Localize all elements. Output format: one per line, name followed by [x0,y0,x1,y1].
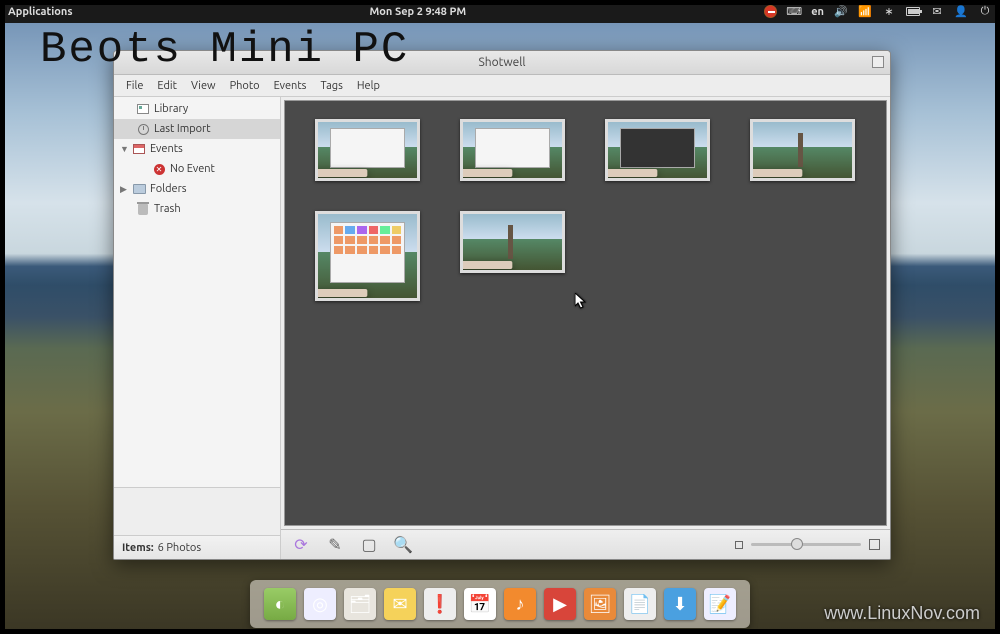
zoom-out-icon[interactable] [735,541,743,549]
user-icon[interactable]: 👤 [954,5,968,19]
search-button[interactable]: 🔍 [393,535,413,555]
trash-icon [136,202,150,216]
panel-clock[interactable]: Mon Sep 2 9:48 PM [73,6,764,18]
sidebar-tree: Library Last Import ▼ Events ✕ No Event … [114,97,280,487]
statusbar-value: 6 Photos [158,542,202,554]
zoom-slider[interactable] [751,543,861,546]
top-panel: Applications Mon Sep 2 9:48 PM ⌨ en 🔊 📶 … [0,0,1000,23]
photo-thumbnail[interactable] [750,119,855,181]
keyboard-layout-indicator[interactable]: en [811,6,824,18]
bottom-toolbar: ⟳ ✎ ▢ 🔍 [281,529,890,559]
dock-item-music[interactable]: ♪ [504,588,536,620]
expand-arrow-icon[interactable]: ▶ [120,184,128,195]
sidebar-bottom-pane [114,487,280,535]
photo-thumbnail[interactable] [605,119,710,181]
statusbar-label: Items: [122,542,154,554]
menu-file[interactable]: File [120,78,149,94]
indicator-area: ⌨ en 🔊 📶 ∗ ✉ 👤 ⏻ [763,5,992,19]
battery-icon[interactable] [906,5,920,19]
dock-item-downloads[interactable]: ⬇ [664,588,696,620]
sidebar-item-trash[interactable]: Trash [114,199,280,219]
sidebar-item-label: Folders [150,183,187,195]
sidebar-item-last-import[interactable]: Last Import [114,119,280,139]
photo-thumbnail[interactable] [315,211,420,301]
dock-item-videos[interactable]: ▶ [544,588,576,620]
power-icon[interactable]: ⏻ [978,5,992,19]
dock-item-notes[interactable]: 📝 [704,588,736,620]
content-area: ⟳ ✎ ▢ 🔍 [281,97,890,559]
window-title: Shotwell [478,56,525,69]
dock-item-text-editor[interactable]: 📄 [624,588,656,620]
library-icon [136,102,150,116]
thumbnail-viewport[interactable] [284,100,887,526]
volume-icon[interactable]: 🔊 [834,5,848,19]
dock-item-files[interactable]: 🗂 [344,588,376,620]
menu-view[interactable]: View [185,78,222,94]
keyboard-icon[interactable]: ⌨ [787,5,801,19]
menu-events[interactable]: Events [268,78,313,94]
sidebar-item-label: Library [154,103,188,115]
status-bar: Items: 6 Photos [114,535,280,559]
sidebar-item-label: Events [150,143,183,155]
dock-item-chromium[interactable]: ◎ [304,588,336,620]
sidebar-item-label: No Event [170,163,215,175]
sidebar-item-folders[interactable]: ▶ Folders [114,179,280,199]
photo-thumbnail[interactable] [460,119,565,181]
dock-item-calendar[interactable]: 📅 [464,588,496,620]
dock-item-yin-yang[interactable]: ◐ [264,588,296,620]
events-icon [132,142,146,156]
applications-menu[interactable]: Applications [8,6,73,18]
bluetooth-icon[interactable]: ∗ [882,5,896,19]
photo-thumbnail[interactable] [460,211,565,273]
zoom-slider-group [735,539,880,550]
dock-item-mail[interactable]: ✉ [384,588,416,620]
menu-help[interactable]: Help [351,78,386,94]
watermark-text: Beots Mini PC [40,25,409,75]
publish-button[interactable]: ▢ [359,535,379,555]
mouse-cursor [575,293,587,311]
no-event-icon: ✕ [152,162,166,176]
shotwell-window: Shotwell File Edit View Photo Events Tag… [113,50,891,560]
collapse-arrow-icon[interactable]: ▼ [120,144,128,154]
folder-icon [132,182,146,196]
menu-bar: File Edit View Photo Events Tags Help [114,75,890,97]
zoom-slider-thumb[interactable] [791,538,803,550]
close-session-icon[interactable] [763,5,777,19]
rotate-button[interactable]: ⟳ [291,535,311,555]
menu-edit[interactable]: Edit [151,78,183,94]
menu-tags[interactable]: Tags [314,78,348,94]
maximize-button[interactable] [872,56,884,68]
sidebar-item-library[interactable]: Library [114,99,280,119]
sidebar-item-no-event[interactable]: ✕ No Event [114,159,280,179]
dock-item-software-center[interactable]: ❗ [424,588,456,620]
menu-photo[interactable]: Photo [224,78,266,94]
dock: ◐◎🗂✉❗📅♪▶🖼📄⬇📝 [250,580,750,628]
wifi-icon[interactable]: 📶 [858,5,872,19]
sidebar: Library Last Import ▼ Events ✕ No Event … [114,97,281,559]
sidebar-item-label: Trash [154,203,181,215]
thumbnail-grid [285,101,886,319]
sidebar-item-events[interactable]: ▼ Events [114,139,280,159]
sidebar-item-label: Last Import [154,123,211,135]
source-watermark: www.LinuxNov.com [824,603,980,624]
zoom-in-icon[interactable] [869,539,880,550]
clock-icon [136,122,150,136]
enhance-button[interactable]: ✎ [325,535,345,555]
photo-thumbnail[interactable] [315,119,420,181]
dock-item-photos[interactable]: 🖼 [584,588,616,620]
mail-indicator-icon[interactable]: ✉ [930,5,944,19]
